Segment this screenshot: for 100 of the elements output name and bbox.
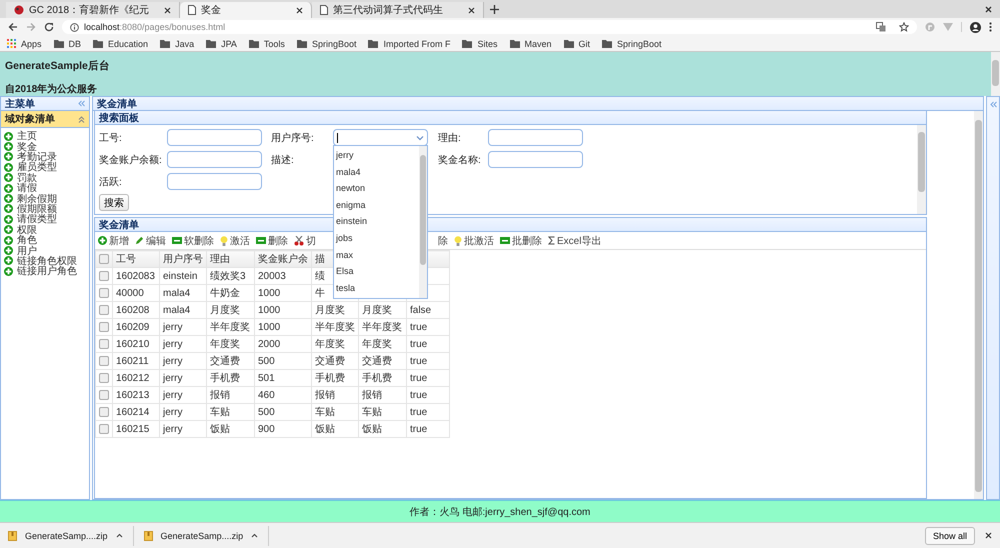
bookmark[interactable]: Java (160, 38, 194, 48)
close-icon[interactable] (164, 6, 171, 14)
footer-text: 作者：火鸟 电邮:jerry_shen_sjf@qq.com (410, 506, 590, 518)
menu-item[interactable]: 用户 (4, 245, 86, 256)
table-cell: 160211 (116, 356, 149, 366)
dropdown-option[interactable]: max (334, 246, 419, 264)
checkbox[interactable] (99, 270, 109, 281)
toolbar-button[interactable]: 删除 (254, 234, 290, 248)
download-item[interactable]: GenerateSamp....zip (144, 526, 270, 546)
scrollbar[interactable] (974, 111, 983, 499)
input-field[interactable] (167, 151, 262, 168)
menu-item[interactable]: 请假类型 (4, 214, 86, 225)
expand-icon[interactable] (990, 101, 996, 108)
caret-up-icon[interactable] (251, 533, 258, 538)
close-icon[interactable] (468, 6, 475, 14)
toolbar-button[interactable]: 激活 (218, 234, 252, 248)
reload-icon[interactable] (44, 22, 54, 32)
checkbox[interactable] (99, 254, 109, 264)
collapse-icon[interactable] (78, 100, 85, 107)
dropdown-option[interactable]: mala4 (334, 164, 419, 180)
accordion-header[interactable]: 域对象清单 (1, 111, 89, 128)
dropdown-option[interactable]: jerry (334, 147, 419, 164)
toolbar-button[interactable]: 软删除 (170, 234, 216, 248)
bookmark[interactable]: JPA (206, 38, 237, 48)
column-header[interactable]: 描 (315, 254, 325, 265)
browser-tab[interactable]: GC 2018：育碧新作《纪元 (6, 2, 180, 18)
bookmark[interactable]: Git (564, 38, 590, 48)
checkbox[interactable] (99, 424, 109, 434)
toolbar-button[interactable]: 新增 (96, 234, 131, 248)
menu-item[interactable]: 罚款 (4, 172, 86, 183)
bookmark[interactable]: DB (54, 38, 82, 48)
close-icon[interactable] (985, 532, 992, 539)
dropdown-option[interactable]: newton (334, 180, 419, 197)
toolbar-button[interactable]: 批激活 (452, 234, 496, 248)
bookmark[interactable]: Sites (462, 38, 498, 48)
input-field[interactable] (488, 129, 583, 146)
menu-item[interactable]: 链接用户角色 (4, 266, 86, 276)
bookmark[interactable]: SpringBoot (296, 38, 356, 48)
checkbox[interactable] (99, 338, 109, 349)
menu-item[interactable]: 链接角色权限 (4, 256, 86, 266)
translate-icon[interactable] (876, 22, 886, 32)
bookmark[interactable]: Education (93, 38, 148, 48)
dropdown-option[interactable]: einstein (334, 213, 419, 230)
menu-item[interactable]: 奖金 (4, 141, 86, 152)
star-icon[interactable] (899, 22, 909, 32)
checkbox[interactable] (99, 390, 109, 400)
checkbox[interactable] (99, 356, 109, 366)
toolbar-button[interactable]: 编辑 (133, 234, 168, 248)
minus-icon (500, 237, 510, 244)
dropdown-option[interactable]: jobs (334, 230, 419, 247)
toolbar-button[interactable]: 切 (292, 234, 318, 248)
extension-icon[interactable] (943, 22, 953, 32)
checkbox[interactable] (99, 406, 109, 417)
browser-tab[interactable]: 第三代动词算子式代码生 (312, 2, 484, 18)
menu-item[interactable]: 权限 (4, 224, 86, 235)
extension-icon[interactable] (925, 22, 935, 32)
bookmark[interactable]: Apps (7, 38, 42, 48)
bookmark[interactable]: Maven (510, 38, 552, 48)
address-bar[interactable]: localhost:8080/pages/bonuses.html (62, 20, 917, 34)
new-tab-icon[interactable] (490, 5, 499, 14)
bookmark[interactable]: Tools (248, 38, 285, 48)
menu-item[interactable]: 剩余假期 (4, 193, 86, 204)
back-icon[interactable] (8, 22, 18, 32)
checkbox[interactable] (99, 322, 109, 332)
show-all-button[interactable]: Show all (924, 526, 975, 544)
dropdown-option[interactable]: Elsa (334, 263, 419, 280)
checkbox[interactable] (99, 304, 109, 315)
toolbar-button[interactable]: 除 (436, 234, 450, 248)
bookmark[interactable]: Imported From F (368, 38, 450, 48)
scrollbar[interactable] (917, 125, 926, 214)
input-field[interactable] (488, 151, 583, 168)
table-cell: 460 (258, 390, 275, 400)
table-cell: 月度奖 (315, 305, 345, 316)
input-field[interactable] (167, 129, 262, 146)
dropdown-option[interactable]: tesla (334, 280, 419, 296)
browser-tab[interactable]: 奖金 (180, 2, 312, 18)
checkbox[interactable] (99, 288, 109, 298)
menu-icon[interactable] (989, 22, 992, 32)
menu-item[interactable]: 请假 (4, 182, 86, 194)
menu-item[interactable]: 考勤记录 (4, 152, 86, 162)
add-icon (4, 152, 13, 162)
profile-icon[interactable] (970, 22, 981, 32)
forward-icon[interactable] (26, 22, 36, 32)
toolbar-button[interactable]: Excel导出 (546, 234, 604, 248)
scrollbar[interactable] (991, 52, 1000, 96)
close-icon[interactable] (296, 6, 303, 14)
close-icon[interactable] (985, 6, 992, 13)
search-button[interactable]: 搜索 (99, 194, 129, 211)
menu-item[interactable]: 主页 (4, 131, 86, 142)
toolbar-button[interactable]: 批删除 (498, 234, 544, 248)
input-field[interactable] (167, 173, 262, 190)
menu-item[interactable]: 假期限额 (4, 204, 86, 214)
scrollbar[interactable] (419, 146, 427, 298)
checkbox[interactable] (99, 372, 109, 383)
download-item[interactable]: GenerateSamp....zip (8, 526, 134, 546)
menu-item[interactable]: 雇员类型 (4, 162, 86, 173)
menu-item[interactable]: 角色 (4, 234, 86, 246)
caret-up-icon[interactable] (116, 533, 123, 538)
dropdown-option[interactable]: enigma (334, 196, 419, 214)
bookmark[interactable]: SpringBoot (602, 38, 662, 48)
